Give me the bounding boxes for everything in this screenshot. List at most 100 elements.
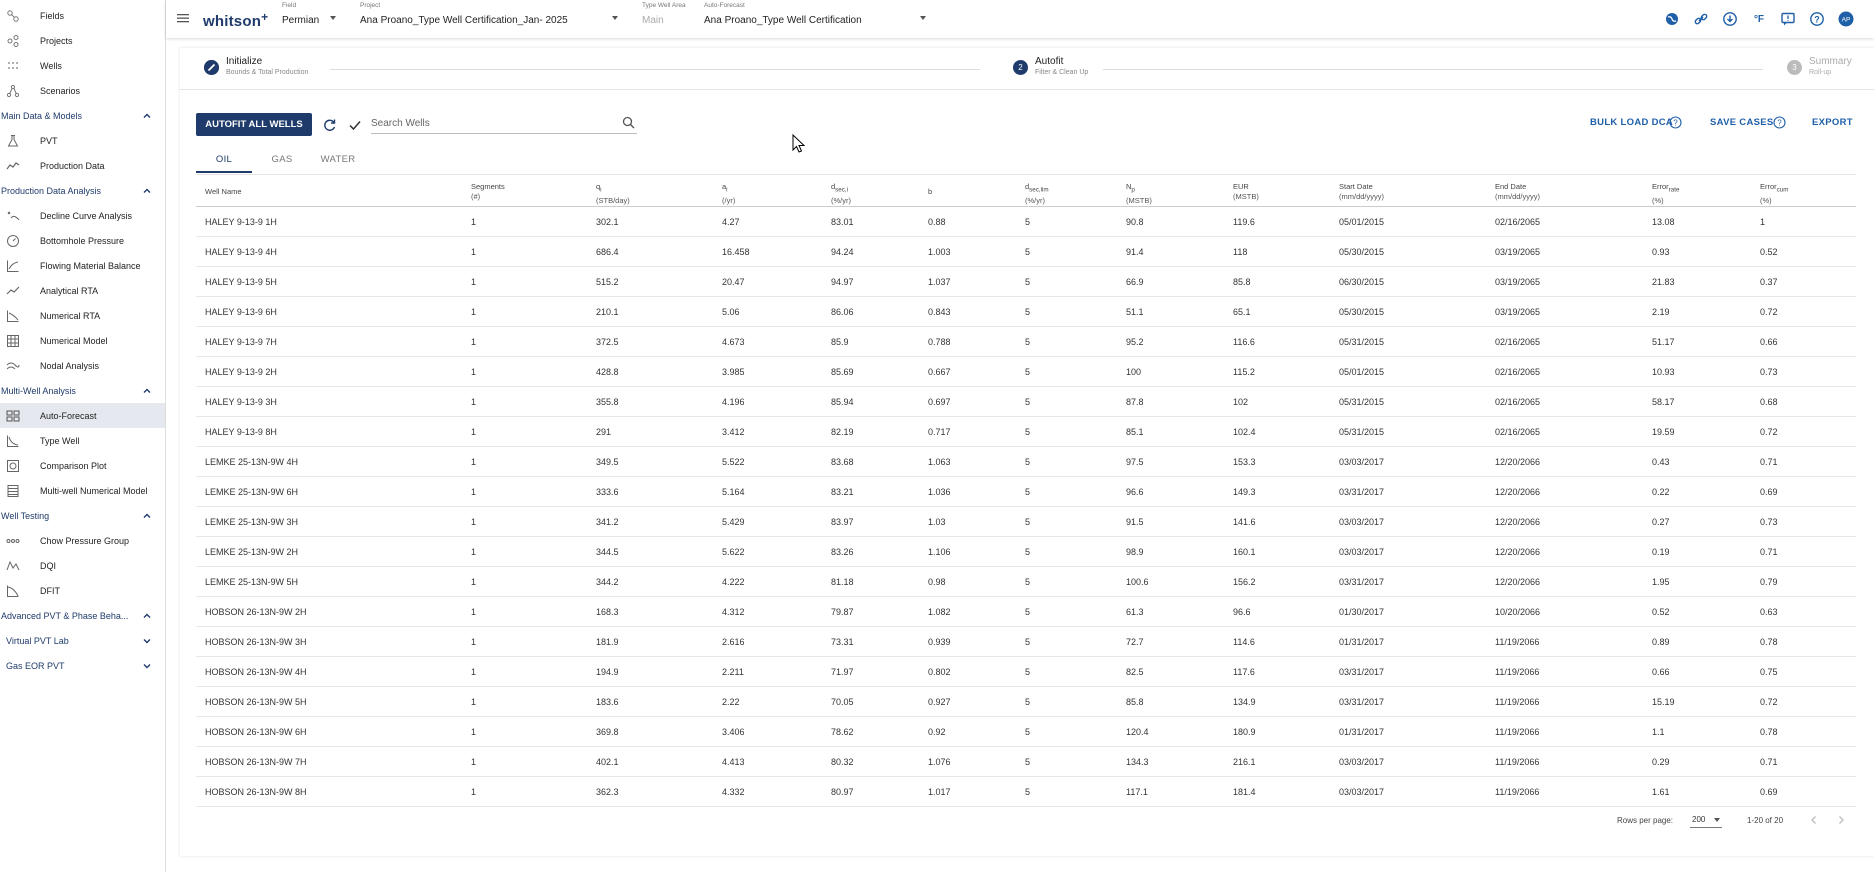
- project-dropdown-icon[interactable]: [612, 16, 618, 20]
- chevron-down-icon[interactable]: [142, 661, 152, 671]
- avatar-icon[interactable]: AP: [1838, 11, 1854, 27]
- auto-forecast-dropdown-icon[interactable]: [920, 16, 926, 20]
- table-row[interactable]: HALEY 9-13-9 8H 1 291 3.412 82.19 0.717 5 85.1 1…: [196, 417, 1856, 447]
- field-dropdown-icon[interactable]: [330, 16, 336, 20]
- col-ai[interactable]: ai (/yr): [722, 182, 735, 206]
- sidebar-item-auto-forecast[interactable]: Auto-Forecast: [0, 403, 165, 428]
- table-row[interactable]: HOBSON 26-13N-9W 2H 1 168.3 4.312 79.87 1.082…: [196, 597, 1856, 627]
- col-qi[interactable]: qi (STB/day): [596, 182, 630, 206]
- search-input[interactable]: [371, 115, 611, 131]
- table-row[interactable]: HALEY 9-13-9 2H 1 428.8 3.985 85.69 0.667 5 100…: [196, 357, 1856, 387]
- tab-gas[interactable]: GAS: [260, 151, 304, 173]
- sidebar-item-pvt[interactable]: PVT: [0, 128, 165, 153]
- prev-page-icon[interactable]: [1809, 815, 1819, 825]
- tab-oil[interactable]: OIL: [196, 151, 252, 173]
- sidebar-section-advanced-pvt-phase-beha[interactable]: Advanced PVT & Phase Beha...: [0, 603, 165, 628]
- step-initialize[interactable]: Initialize Bounds & Total Production: [204, 56, 344, 80]
- sidebar-item-multi-well-numerical-model[interactable]: Multi-well Numerical Model: [0, 478, 165, 503]
- table-row[interactable]: LEMKE 25-13N-9W 6H 1 333.6 5.164 83.21 1.036 5…: [196, 477, 1856, 507]
- app-logo[interactable]: whitson+: [203, 10, 268, 30]
- sidebar-section-gas-eor-pvt[interactable]: Gas EOR PVT: [0, 653, 165, 678]
- step-autofit[interactable]: 2 Autofit Filter & Clean Up: [1013, 56, 1133, 80]
- table-row[interactable]: HOBSON 26-13N-9W 5H 1 183.6 2.22 70.05 0.927 5…: [196, 687, 1856, 717]
- sidebar-item-numerical-rta[interactable]: Numerical RTA: [0, 303, 165, 328]
- next-page-icon[interactable]: [1836, 815, 1846, 825]
- sidebar-section-well-testing[interactable]: Well Testing: [0, 503, 165, 528]
- col-start-date[interactable]: Start Date (mm/dd/yyyy): [1339, 182, 1384, 202]
- bulk-load-help-icon[interactable]: ?: [1669, 116, 1682, 129]
- link-icon[interactable]: [1693, 11, 1709, 27]
- table-row[interactable]: HOBSON 26-13N-9W 8H 1 362.3 4.332 80.97 1.017…: [196, 777, 1856, 807]
- col-segments[interactable]: Segments (#): [471, 182, 505, 202]
- sidebar-item-nodal-analysis[interactable]: Nodal Analysis: [0, 353, 165, 378]
- table-row[interactable]: HOBSON 26-13N-9W 4H 1 194.9 2.211 71.97 0.802…: [196, 657, 1856, 687]
- col-error-rate[interactable]: Errorrate (%): [1652, 182, 1679, 206]
- check-all-icon[interactable]: [348, 118, 362, 132]
- project-select[interactable]: Project Ana Proano_Type Well Certificati…: [360, 2, 568, 26]
- sidebar-item-decline-curve-analysis[interactable]: Decline Curve Analysis: [0, 203, 165, 228]
- sidebar-item-type-well[interactable]: Type Well: [0, 428, 165, 453]
- sidebar-item-flowing-material-balance[interactable]: Flowing Material Balance: [0, 253, 165, 278]
- export-button[interactable]: EXPORT: [1812, 117, 1853, 128]
- table-row[interactable]: LEMKE 25-13N-9W 5H 1 344.2 4.222 81.18 0.98 5 1…: [196, 567, 1856, 597]
- sidebar-item-dfit[interactable]: DFIT: [0, 578, 165, 603]
- table-row[interactable]: HALEY 9-13-9 3H 1 355.8 4.196 85.94 0.697 5 87.…: [196, 387, 1856, 417]
- table-row[interactable]: HALEY 9-13-9 6H 1 210.1 5.06 86.06 0.843 5 51.1…: [196, 297, 1856, 327]
- refresh-icon[interactable]: [323, 118, 337, 132]
- sidebar-item-wells[interactable]: Wells: [0, 53, 165, 78]
- sidebar-item-projects[interactable]: Projects: [0, 28, 165, 53]
- sidebar-item-production-data[interactable]: Production Data: [0, 153, 165, 178]
- col-eur[interactable]: EUR (MSTB): [1233, 182, 1259, 202]
- table-row[interactable]: HALEY 9-13-9 1H 1 302.1 4.27 83.01 0.88 5 90.8 1…: [196, 207, 1856, 237]
- sidebar-section-multi-well-analysis[interactable]: Multi-Well Analysis: [0, 378, 165, 403]
- rows-per-page-select[interactable]: 200: [1690, 812, 1722, 828]
- table-row[interactable]: HALEY 9-13-9 4H 1 686.4 16.458 94.24 1.003 5 91…: [196, 237, 1856, 267]
- save-cases-button[interactable]: SAVE CASES: [1710, 117, 1774, 128]
- sidebar-item-bottomhole-pressure[interactable]: Bottomhole Pressure: [0, 228, 165, 253]
- download-icon[interactable]: [1722, 11, 1738, 27]
- table-row[interactable]: LEMKE 25-13N-9W 4H 1 349.5 5.522 83.68 1.063 5…: [196, 447, 1856, 477]
- step-summary[interactable]: 3 Summary Roll-up: [1787, 56, 1867, 80]
- sidebar-item-comparison-plot[interactable]: Comparison Plot: [0, 453, 165, 478]
- search-icon[interactable]: [622, 116, 635, 129]
- menu-icon[interactable]: [176, 11, 190, 25]
- col-error-cum[interactable]: Errorcum (%): [1760, 182, 1788, 206]
- col-np[interactable]: Np (MSTB): [1126, 182, 1152, 206]
- sidebar-item-analytical-rta[interactable]: Analytical RTA: [0, 278, 165, 303]
- save-cases-help-icon[interactable]: ?: [1773, 116, 1786, 129]
- sidebar-section-virtual-pvt-lab[interactable]: Virtual PVT Lab: [0, 628, 165, 653]
- auto-forecast-select[interactable]: Auto-Forecast Ana Proano_Type Well Certi…: [704, 2, 862, 26]
- sidebar-item-dqi[interactable]: DQI: [0, 553, 165, 578]
- sidebar-section-main-data-models[interactable]: Main Data & Models: [0, 103, 165, 128]
- col-end-date[interactable]: End Date (mm/dd/yyyy): [1495, 182, 1540, 202]
- bulk-load-dca-button[interactable]: BULK LOAD DCA: [1590, 117, 1673, 128]
- sidebar-item-numerical-model[interactable]: Numerical Model: [0, 328, 165, 353]
- help-icon[interactable]: ?: [1809, 11, 1825, 27]
- table-row[interactable]: LEMKE 25-13N-9W 2H 1 344.5 5.622 83.26 1.106 5…: [196, 537, 1856, 567]
- table-row[interactable]: LEMKE 25-13N-9W 3H 1 341.2 5.429 83.97 1.03 5 9…: [196, 507, 1856, 537]
- globe-icon[interactable]: [1664, 11, 1680, 27]
- chevron-down-icon[interactable]: [142, 636, 152, 646]
- feedback-icon[interactable]: [1780, 11, 1796, 27]
- search-field[interactable]: [371, 112, 637, 134]
- chevron-up-icon[interactable]: [142, 611, 152, 621]
- chevron-up-icon[interactable]: [142, 511, 152, 521]
- type-well-area-select[interactable]: Type Well Area Main: [642, 2, 686, 26]
- table-row[interactable]: HALEY 9-13-9 5H 1 515.2 20.47 94.97 1.037 5 66.…: [196, 267, 1856, 297]
- col-well-name[interactable]: Well Name: [205, 187, 242, 197]
- tab-water[interactable]: WATER: [310, 151, 366, 173]
- table-row[interactable]: HOBSON 26-13N-9W 6H 1 369.8 3.406 78.62 0.92 5…: [196, 717, 1856, 747]
- sidebar-item-chow-pressure-group[interactable]: Chow Pressure Group: [0, 528, 165, 553]
- table-row[interactable]: HOBSON 26-13N-9W 3H 1 181.9 2.616 73.31 0.939…: [196, 627, 1856, 657]
- fahrenheit-icon[interactable]: °F: [1751, 11, 1767, 27]
- col-dsec-lim[interactable]: dsec,lim (%/yr): [1025, 182, 1049, 206]
- autofit-all-wells-button[interactable]: AUTOFIT ALL WELLS: [196, 113, 312, 136]
- sidebar-section-production-data-analysis[interactable]: Production Data Analysis: [0, 178, 165, 203]
- field-select[interactable]: Field Permian: [282, 2, 319, 26]
- sidebar-item-scenarios[interactable]: Scenarios: [0, 78, 165, 103]
- table-row[interactable]: HALEY 9-13-9 7H 1 372.5 4.673 85.9 0.788 5 95.2…: [196, 327, 1856, 357]
- col-b[interactable]: b: [928, 187, 932, 197]
- col-dsec-i[interactable]: dsec,i (%/yr): [831, 182, 851, 206]
- chevron-up-icon[interactable]: [142, 186, 152, 196]
- sidebar-item-fields[interactable]: Fields: [0, 3, 165, 28]
